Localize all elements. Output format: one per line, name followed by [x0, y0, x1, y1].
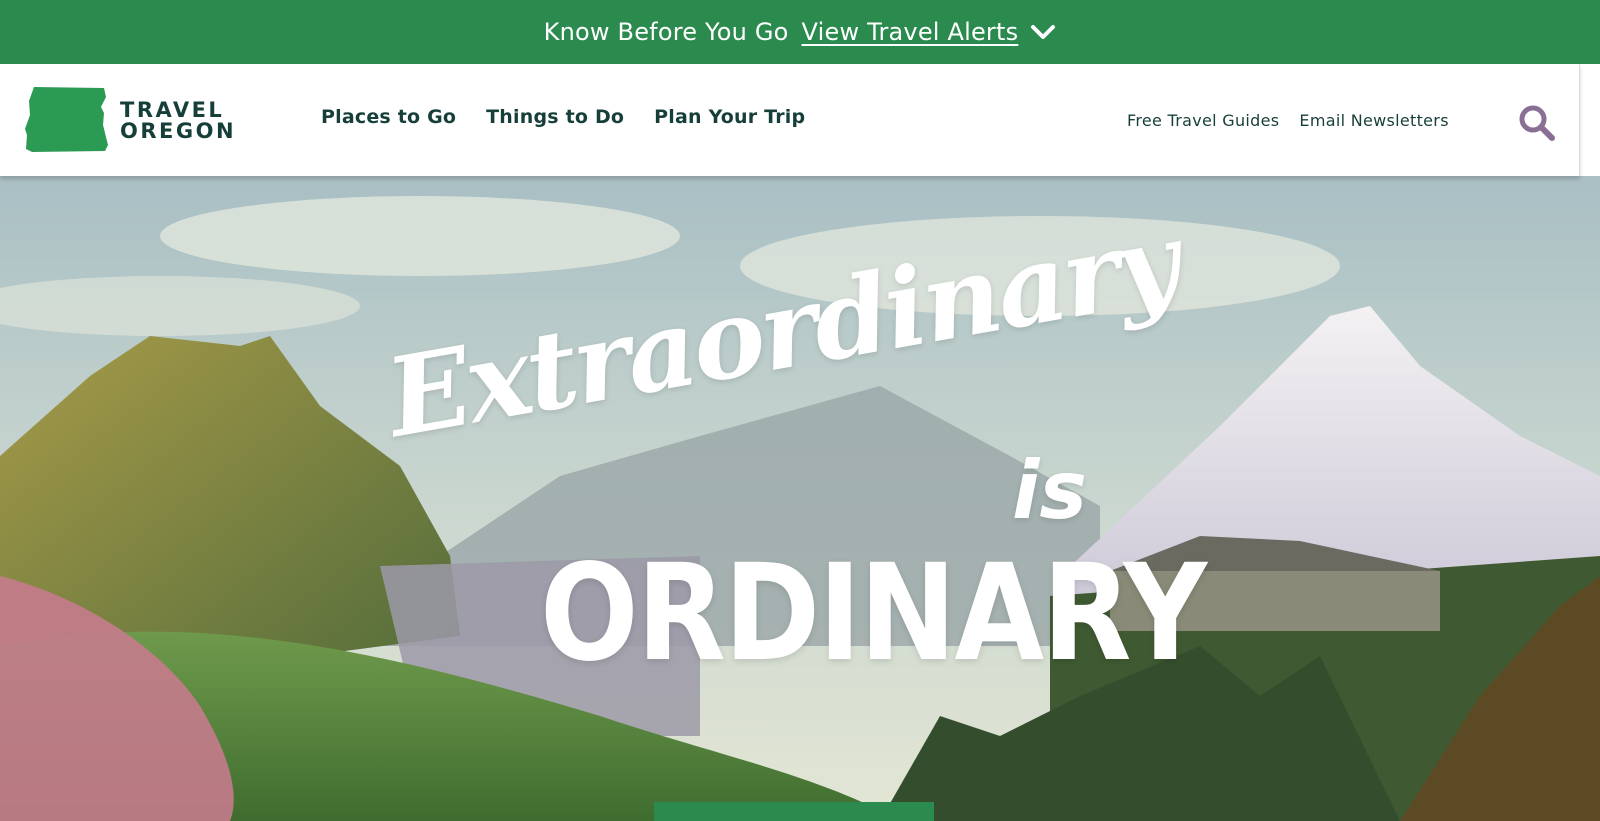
alert-lead-text: Know Before You Go [543, 18, 789, 46]
travel-alert-bar: Know Before You Go View Travel Alerts [0, 0, 1600, 64]
site-header: TRAVEL OREGON Places to Go Things to Do … [0, 64, 1580, 176]
logo-line-travel: TRAVEL [120, 98, 225, 122]
free-travel-guides-link[interactable]: Free Travel Guides [1127, 111, 1279, 130]
oregon-state-shape-icon [24, 85, 108, 157]
view-travel-alerts-link[interactable]: View Travel Alerts [802, 18, 1019, 46]
hero-cta-button[interactable] [654, 802, 934, 821]
travel-oregon-logo[interactable]: TRAVEL OREGON [24, 85, 236, 157]
logo-wordmark: TRAVEL OREGON [120, 100, 236, 142]
hero-landscape-illustration [0, 176, 1600, 821]
utility-nav: Free Travel Guides Email Newsletters [1127, 111, 1449, 130]
nav-places-to-go[interactable]: Places to Go [321, 106, 456, 128]
hero-banner: Extraordinary is ORDINARY [0, 176, 1600, 821]
main-nav: Places to Go Things to Do Plan Your Trip [321, 106, 805, 128]
email-newsletters-link[interactable]: Email Newsletters [1299, 111, 1448, 130]
nav-things-to-do[interactable]: Things to Do [486, 106, 624, 128]
logo-line-oregon: OREGON [120, 119, 237, 143]
nav-plan-your-trip[interactable]: Plan Your Trip [654, 106, 805, 128]
search-icon[interactable] [1518, 104, 1556, 146]
chevron-down-icon[interactable] [1030, 23, 1056, 41]
